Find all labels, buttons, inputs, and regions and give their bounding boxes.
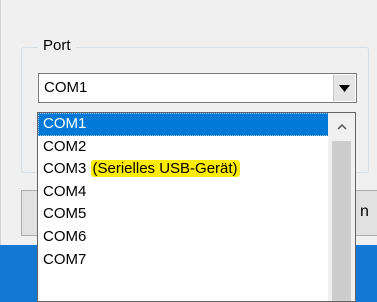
port-option-com4[interactable]: COM4 [38, 181, 329, 204]
port-option-com5[interactable]: COM5 [38, 203, 329, 226]
scroll-up-button[interactable] [328, 113, 355, 139]
port-option-label: COM5 [43, 205, 87, 223]
port-option-label: COM4 [43, 182, 87, 200]
port-option-note-highlighted: (Serielles USB-Gerät) [90, 160, 240, 178]
port-option-label: COM6 [43, 227, 87, 245]
port-group-label: Port [38, 37, 76, 54]
chevron-down-icon [339, 84, 350, 92]
port-options: COM1 COM2 COM3 (Serielles USB-Gerät) COM… [38, 113, 329, 271]
scroll-thumb[interactable] [332, 141, 351, 301]
port-combobox-value: COM1 [44, 79, 88, 96]
port-option-com2[interactable]: COM2 [38, 136, 329, 159]
port-option-com6[interactable]: COM6 [38, 226, 329, 249]
background-button-right-label: n [360, 203, 369, 220]
port-combobox[interactable]: COM1 [38, 73, 357, 103]
port-option-label: COM3 [43, 160, 87, 178]
combobox-dropdown-button[interactable] [333, 75, 355, 101]
port-dropdown-list: COM1 COM2 COM3 (Serielles USB-Gerät) COM… [37, 112, 356, 302]
port-option-label: COM7 [43, 250, 87, 268]
chevron-up-icon [336, 123, 347, 130]
port-option-com1[interactable]: COM1 [38, 113, 329, 136]
port-option-label: COM1 [43, 115, 87, 132]
port-option-com7[interactable]: COM7 [38, 249, 329, 272]
port-option-com3[interactable]: COM3 (Serielles USB-Gerät) [38, 158, 329, 181]
dropdown-scrollbar[interactable] [328, 113, 355, 301]
port-option-label: COM2 [43, 137, 87, 155]
